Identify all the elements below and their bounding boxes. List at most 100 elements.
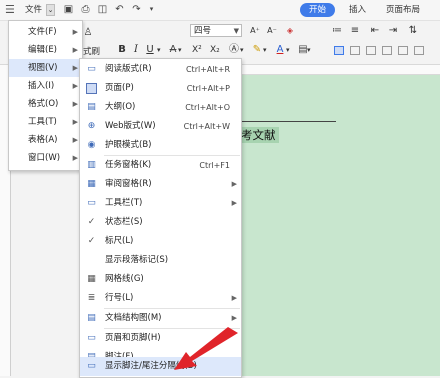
review-pane-icon: ▦ <box>87 179 96 189</box>
menu-item-show-paragraph-marks[interactable]: 显示段落标记(S) <box>80 251 241 270</box>
tab-home[interactable]: 开始 <box>300 3 336 17</box>
chevron-down-icon[interactable]: ▾ <box>286 43 290 57</box>
menu-item-tools[interactable]: 工具(T) ▶ <box>9 113 82 131</box>
chevron-right-icon: ▶ <box>72 118 78 126</box>
menu-item-outline[interactable]: ▤ 大纲(O) Ctrl+Alt+O <box>80 98 241 117</box>
tab-insert[interactable]: 插入 <box>349 3 366 17</box>
file-dropdown-icon[interactable]: ⌄ <box>46 4 55 16</box>
menu-item-view[interactable]: 视图(V) ▶ <box>9 59 82 77</box>
text-effect-icon[interactable]: Ⓐ <box>228 43 240 57</box>
outline-icon: ▤ <box>87 102 96 112</box>
shrink-font-icon[interactable]: A⁻ <box>266 24 278 38</box>
line-spacing-icon[interactable] <box>414 46 424 55</box>
menu-item-label: 任务窗格(K) <box>105 160 152 170</box>
menu-item-gridlines[interactable]: ▦ 网格线(G) <box>80 270 241 289</box>
undo-icon[interactable]: ↶ <box>113 3 126 16</box>
format-painter-icon[interactable]: ♙ <box>81 26 95 40</box>
horizontal-ruler[interactable] <box>235 65 440 75</box>
menu-item-insert[interactable]: 插入(I) ▶ <box>9 77 82 95</box>
shortcut-label: Ctrl+Alt+R <box>185 65 230 74</box>
menu-item-web-layout[interactable]: ⊕ Web版式(W) Ctrl+Alt+W <box>80 117 241 136</box>
title-bar: ☰ 文件 ⌄ ▣ ⎙ ◫ ↶ ↷ ▾ 开始 插入 页面布局 <box>0 0 440 21</box>
file-menu-button[interactable]: 文件 <box>25 3 42 17</box>
chevron-right-icon: ▶ <box>231 314 237 322</box>
menu-item-show-footnote-separator[interactable]: ▭ 显示脚注/尾注分隔线(B) <box>80 357 241 376</box>
menu-item-toolbar[interactable]: ▭ 工具栏(T) ▶ <box>80 194 241 213</box>
format-painter-label[interactable]: 式刷 <box>83 45 100 59</box>
align-center-icon[interactable] <box>350 46 360 55</box>
menu-item-task-pane[interactable]: ▥ 任务窗格(K) Ctrl+F1 <box>80 156 241 175</box>
save-icon[interactable]: ▣ <box>62 3 75 16</box>
increase-indent-icon[interactable]: ⇥ <box>388 24 398 38</box>
menu-item-document-map[interactable]: ▤ 文档结构图(M) ▶ <box>80 309 241 328</box>
hamburger-icon[interactable]: ☰ <box>5 3 15 17</box>
justify-icon[interactable] <box>382 46 392 55</box>
menu-item-window[interactable]: 窗口(W) ▶ <box>9 149 82 167</box>
shortcut-label: Ctrl+F1 <box>199 161 230 170</box>
quick-access-dropdown-icon[interactable]: ▾ <box>145 3 158 16</box>
chevron-right-icon: ▶ <box>72 82 78 90</box>
chevron-down-icon[interactable]: ▾ <box>263 43 267 57</box>
print-icon[interactable]: ⎙ <box>79 3 92 16</box>
document-selected-text[interactable]: 考文献 <box>238 127 279 143</box>
print-preview-icon[interactable]: ◫ <box>96 3 109 16</box>
redo-icon[interactable]: ↷ <box>130 3 143 16</box>
superscript-button[interactable]: X² <box>192 43 202 57</box>
align-left-icon[interactable] <box>334 46 344 55</box>
italic-button[interactable]: I <box>131 43 141 57</box>
task-pane-icon: ▥ <box>87 160 96 170</box>
menu-item-status-bar[interactable]: ✓ 状态栏(S) <box>80 213 241 232</box>
menu-item-label: 文档结构图(M) <box>105 313 162 323</box>
menu-item-reading-layout[interactable]: ▭ 阅读版式(R) Ctrl+Alt+R <box>80 60 241 79</box>
sort-icon[interactable]: ⇅ <box>408 24 418 38</box>
menu-item-label: 大纲(O) <box>105 102 136 112</box>
clear-format-icon[interactable]: ◈ <box>284 24 296 38</box>
menu-item-header-footer[interactable]: ▭ 页眉和页脚(H) <box>80 329 241 348</box>
grow-font-icon[interactable]: A⁺ <box>249 24 261 38</box>
menu-item-label: Web版式(W) <box>105 121 156 131</box>
header-rule-line <box>236 121 336 122</box>
align-right-icon[interactable] <box>366 46 376 55</box>
menu-item-label: 审阅窗格(R) <box>105 179 152 189</box>
font-size-select[interactable]: 四号 ▼ <box>190 24 242 37</box>
menu-item-label: 视图(V) <box>28 63 58 73</box>
subscript-button[interactable]: X₂ <box>210 43 220 57</box>
chevron-down-icon[interactable]: ▾ <box>157 43 161 57</box>
bold-button[interactable]: B <box>116 43 128 57</box>
menu-item-label: 标尺(L) <box>105 236 134 246</box>
menu-item-line-numbers[interactable]: ≣ 行号(L) ▶ <box>80 289 241 308</box>
checkmark-icon: ✓ <box>87 236 96 246</box>
highlight-icon[interactable]: ✎ <box>251 43 263 57</box>
decrease-indent-icon[interactable]: ⇤ <box>370 24 380 38</box>
menu-item-label: 编辑(E) <box>28 45 58 55</box>
tab-page-layout[interactable]: 页面布局 <box>386 3 420 17</box>
menu-item-page-view[interactable]: 页面(P) Ctrl+Alt+P <box>80 79 241 98</box>
strikethrough-icon[interactable]: A <box>168 43 178 57</box>
menu-item-eye-protection[interactable]: ◉ 护眼模式(B) <box>80 136 241 155</box>
menu-item-label: 状态栏(S) <box>105 217 143 227</box>
menu-item-label: 格式(O) <box>28 99 59 109</box>
font-size-value: 四号 <box>194 26 212 36</box>
reading-layout-icon: ▭ <box>87 64 96 74</box>
bullet-list-icon[interactable]: ≔ <box>332 24 342 38</box>
menu-item-label: 网格线(G) <box>105 274 144 284</box>
chevron-down-icon[interactable]: ▾ <box>307 43 311 57</box>
menu-item-review-pane[interactable]: ▦ 审阅窗格(R) ▶ <box>80 175 241 194</box>
menu-item-table[interactable]: 表格(A) ▶ <box>9 131 82 149</box>
menu-item-file[interactable]: 文件(F) ▶ <box>9 23 82 41</box>
chevron-down-icon[interactable]: ▾ <box>178 43 182 57</box>
distributed-align-icon[interactable] <box>398 46 408 55</box>
menu-item-label: 页眉和页脚(H) <box>105 333 161 343</box>
menu-item-edit[interactable]: 编辑(E) ▶ <box>9 41 82 59</box>
menu-item-label: 表格(A) <box>28 135 58 145</box>
toolbar-icon: ▭ <box>87 198 96 208</box>
menu-item-label: 插入(I) <box>28 81 55 91</box>
numbered-list-icon[interactable]: ≡ <box>350 24 360 38</box>
chevron-down-icon[interactable]: ▾ <box>240 43 244 57</box>
header-footer-icon: ▭ <box>87 333 96 343</box>
underline-button[interactable]: U <box>145 43 155 57</box>
document-map-icon: ▤ <box>87 313 96 323</box>
menu-item-format[interactable]: 格式(O) ▶ <box>9 95 82 113</box>
font-color-icon[interactable]: A <box>274 43 286 57</box>
menu-item-ruler[interactable]: ✓ 标尺(L) <box>80 232 241 251</box>
